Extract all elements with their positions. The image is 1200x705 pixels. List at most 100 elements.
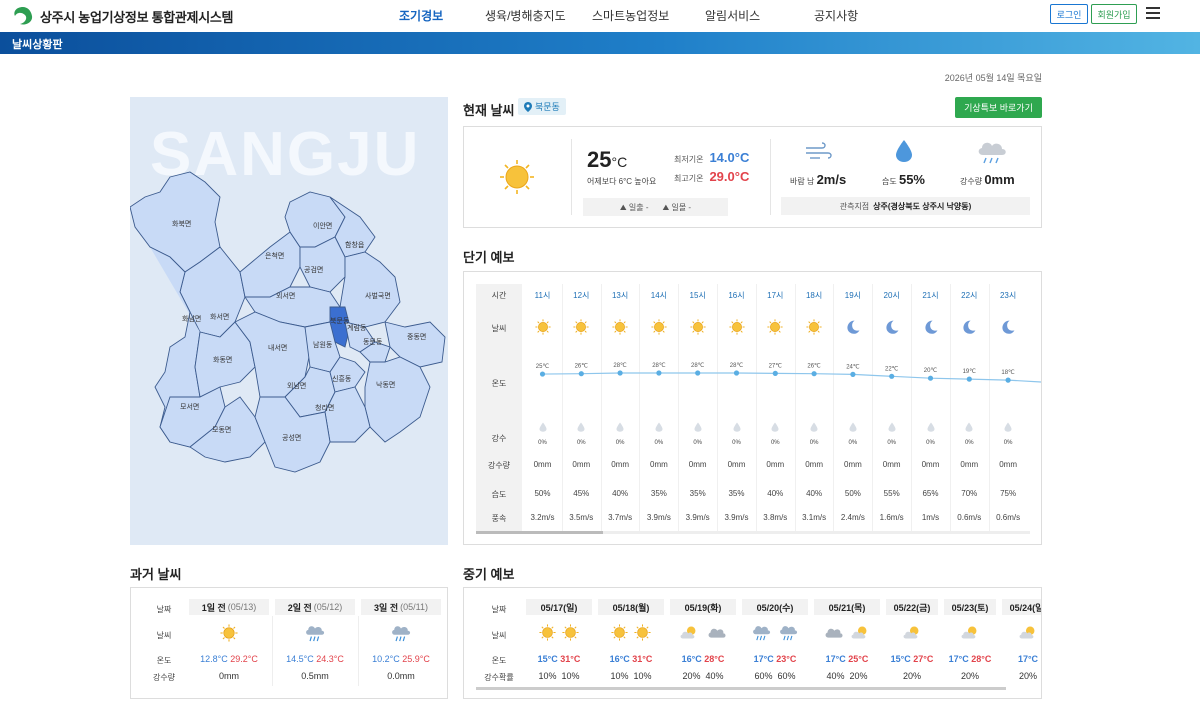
weather-warning-button[interactable]: 기상특보 바로가기 bbox=[955, 97, 1042, 118]
map-label: 이안면 bbox=[313, 223, 333, 230]
mid-day-weather bbox=[1002, 624, 1041, 643]
temp-point bbox=[733, 370, 740, 376]
map-label: 사벌국면 bbox=[365, 293, 391, 300]
past-day-header: 1일 전 (05/13) bbox=[189, 599, 269, 615]
location-name: 북문동 bbox=[535, 102, 560, 112]
sun-icon bbox=[562, 624, 579, 641]
rain-icon bbox=[753, 626, 771, 641]
short-forecast-card[interactable]: 시간 날씨 온도 강수 강수량 습도 풍속 11시 0% 0mm 50% 3.2m/s 1… bbox=[463, 271, 1042, 545]
temp-point bbox=[850, 371, 856, 377]
past-day-weather bbox=[277, 624, 353, 644]
mid-day-header: 05/18(월) bbox=[598, 599, 664, 615]
raindrop-icon bbox=[896, 140, 912, 162]
map-label: 낙동면 bbox=[376, 382, 396, 389]
signup-button[interactable]: 회원가입 bbox=[1091, 4, 1137, 24]
past-day-temp: 14.5°C 24.3°C bbox=[286, 654, 344, 664]
temp-point bbox=[811, 371, 817, 377]
temp-line-chart: 25℃ 26℃ 28℃ 28℃ 28℃ 28℃ 27℃ 26℃ 24℃ 22℃ 20℃ 19℃ 18℃ bbox=[536, 363, 1041, 383]
current-date: 2026년 05월 14일 목요일 bbox=[944, 73, 1042, 83]
wind-value: 바람 남 2m/s bbox=[790, 172, 847, 187]
temp-label: 18℃ bbox=[1001, 370, 1015, 376]
partly-cloudy-icon bbox=[961, 626, 976, 639]
mid-day-pop: 20% bbox=[960, 671, 979, 681]
mid-day-weather bbox=[814, 624, 880, 643]
temp-point bbox=[695, 370, 701, 376]
hamburger-menu-icon[interactable] bbox=[1146, 7, 1160, 20]
login-button[interactable]: 로그인 bbox=[1050, 4, 1088, 24]
temp-label: 28℃ bbox=[691, 363, 705, 369]
short-forecast-title: 단기 예보 bbox=[463, 250, 515, 265]
map-label: 은척면 bbox=[265, 253, 285, 260]
temp-label: 28℃ bbox=[730, 363, 744, 369]
location-badge[interactable]: 북문동 bbox=[518, 98, 566, 115]
temp-label: 19℃ bbox=[963, 369, 977, 375]
mid-day-temp: 17°C 25°C bbox=[825, 654, 869, 664]
mid-day-temp: 16°C 31°C bbox=[609, 654, 653, 664]
location-pin-icon bbox=[524, 101, 532, 112]
past-weather-title: 과거 날씨 bbox=[130, 567, 182, 582]
column-divider bbox=[358, 616, 359, 686]
map-label: 화서면 bbox=[210, 314, 230, 321]
horizontal-scrollbar[interactable] bbox=[476, 687, 1006, 690]
min-temp: 최저기온 14.0°C bbox=[674, 150, 750, 165]
mid-day-temp: 15°C 31°C bbox=[537, 654, 581, 664]
mid-day-weather bbox=[598, 624, 664, 643]
temp-label: 27℃ bbox=[769, 363, 783, 369]
map-label: 청리면 bbox=[315, 405, 335, 412]
past-day-rain: 0.0mm bbox=[387, 671, 415, 681]
sun-icon bbox=[611, 624, 628, 641]
current-weather-title: 현재 날씨 bbox=[463, 103, 515, 118]
nav-alert-service[interactable]: 알림서비스 bbox=[705, 7, 760, 24]
past-day-temp: 12.8°C 29.2°C bbox=[200, 654, 258, 664]
rain-icon bbox=[306, 626, 325, 642]
wind-icon bbox=[806, 142, 832, 159]
mid-day-header: 05/17(일) bbox=[526, 599, 592, 615]
label-date: 날짜 bbox=[156, 605, 172, 614]
map-label: 화북면 bbox=[172, 221, 192, 228]
map-label: 신흥동 bbox=[332, 376, 352, 383]
sun-times: ⛰ 일출 - ⛰ 일몰 - bbox=[583, 198, 728, 216]
map-svg bbox=[130, 171, 446, 473]
current-temp: 25°C bbox=[587, 147, 628, 172]
scrollbar-thumb[interactable] bbox=[476, 687, 1006, 690]
mid-day-weather bbox=[742, 624, 808, 643]
horizontal-scrollbar[interactable] bbox=[476, 531, 1030, 534]
label-weather: 날씨 bbox=[156, 631, 172, 640]
label-date: 날짜 bbox=[491, 605, 507, 614]
mid-day-temp: 17°C 23°C bbox=[753, 654, 797, 664]
map-label: 남원동 bbox=[313, 342, 333, 349]
temp-point bbox=[772, 370, 778, 376]
sun-icon bbox=[220, 624, 238, 642]
mid-day-pop: 20% bbox=[902, 671, 921, 681]
label-rain: 강수량 bbox=[152, 673, 176, 682]
mid-day-temp: 17°C bbox=[1017, 654, 1039, 664]
nav-growth-map[interactable]: 생육/병해충지도 bbox=[485, 7, 566, 24]
main-nav: 조기경보 생육/병해충지도 스마트농업정보 알림서비스 공지사항 bbox=[0, 7, 1200, 27]
label-pop: 강수확률 bbox=[484, 673, 514, 682]
nav-smart-farm[interactable]: 스마트농업정보 bbox=[592, 7, 669, 24]
mid-day-header: 05/21(목) bbox=[814, 599, 880, 615]
map-label: 화남면 bbox=[182, 316, 202, 323]
mid-forecast-card[interactable]: 날짜 날씨 온도 강수확률 05/17(일) 15°C 31°C 10% 10% 05… bbox=[463, 587, 1042, 699]
mid-day-weather bbox=[886, 624, 938, 643]
temp-point bbox=[539, 371, 546, 377]
mid-day-weather bbox=[526, 624, 592, 643]
mid-day-pop: 40% 20% bbox=[826, 671, 868, 681]
temp-label: 26℃ bbox=[807, 364, 821, 370]
nav-early-warning[interactable]: 조기경보 bbox=[399, 7, 443, 24]
mid-day-header: 05/19(화) bbox=[670, 599, 736, 615]
rain-value: 강수량 0mm bbox=[960, 172, 1015, 187]
mid-day-header: 05/20(수) bbox=[742, 599, 808, 615]
mid-day-temp: 17°C 28°C bbox=[948, 654, 992, 664]
map-label: 함창읍 bbox=[345, 242, 365, 249]
nav-notice[interactable]: 공지사항 bbox=[814, 7, 858, 24]
temp-compare: 어제보다 6°C 높아요 bbox=[587, 177, 657, 186]
sangju-region-map[interactable]: SANGJU 화북면 화서면 화남면 화동면 모서면 모동면 공검면 이안면 함… bbox=[130, 97, 448, 545]
scrollbar-thumb[interactable] bbox=[476, 531, 603, 534]
sun-icon bbox=[500, 160, 534, 194]
label-weather: 날씨 bbox=[491, 631, 507, 640]
mid-day-pop: 10% 10% bbox=[610, 671, 652, 681]
label-temp: 온도 bbox=[491, 656, 507, 665]
current-weather-card: 25°C 어제보다 6°C 높아요 최저기온 14.0°C 최고기온 29.0°C … bbox=[463, 126, 1042, 228]
map-label: 외남면 bbox=[287, 383, 307, 390]
